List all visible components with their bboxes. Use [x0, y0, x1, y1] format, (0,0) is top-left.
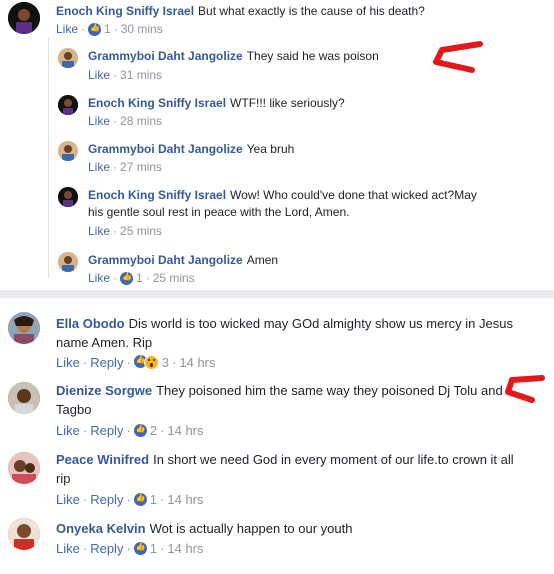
reply-text: They said he was poison [246, 49, 379, 63]
reply-link[interactable]: Reply [90, 423, 123, 438]
reply-body: Grammyboi Daht Jangolize Amen [88, 252, 508, 269]
reply-time[interactable]: 28 mins [120, 114, 162, 128]
reply-author[interactable]: Enoch King Sniffy Israel [88, 96, 226, 110]
reaction-count[interactable]: 3 [162, 355, 169, 370]
comment-author[interactable]: Dienize Sorgwe [56, 383, 152, 398]
comment-actions: Like· Reply· 2· 14 hrs [56, 423, 204, 438]
reaction-count[interactable]: 1 [150, 541, 157, 556]
comment-actions: Like· Reply· 1· 14 hrs [56, 541, 204, 556]
comment-body: Dienize Sorgwe They poisoned him the same… [56, 381, 506, 419]
annotation-arrow-icon [433, 41, 483, 73]
reply-author[interactable]: Grammyboi Daht Jangolize [88, 142, 243, 156]
comment-actions: Like· Reply· 1· 14 hrs [56, 492, 204, 507]
avatar[interactable] [8, 2, 40, 34]
comment-time[interactable]: 14 hrs [167, 423, 203, 438]
reply-text: Amen [246, 253, 279, 267]
like-reaction-icon[interactable] [88, 22, 102, 36]
like-link[interactable]: Like [88, 160, 110, 174]
like-link[interactable]: Like [56, 22, 78, 36]
comment-text: Wot is actually happen to our youth [149, 521, 353, 536]
reply-author[interactable]: Grammyboi Daht Jangolize [88, 253, 243, 267]
avatar[interactable] [8, 312, 40, 344]
like-link[interactable]: Like [88, 224, 110, 238]
comment-body: Enoch King Sniffy Israel But what exactly… [56, 3, 536, 20]
reply-actions: Like · 27 mins [88, 160, 163, 174]
avatar[interactable] [8, 452, 40, 484]
like-link[interactable]: Like [56, 355, 80, 370]
like-reaction-icon[interactable] [133, 542, 147, 555]
comment-actions: Like· 1· 30 mins [56, 22, 163, 36]
reply-actions: Like · 25 mins [88, 224, 163, 238]
reply-link[interactable]: Reply [90, 541, 123, 556]
comment-author[interactable]: Peace Winifred [56, 452, 149, 467]
reply-link[interactable]: Reply [90, 492, 123, 507]
comment-body: Peace Winifred In short we need God in ev… [56, 450, 516, 488]
reply-body: Grammyboi Daht Jangolize Yea bruh [88, 141, 508, 158]
annotation-arrow-icon [505, 375, 545, 403]
reply-link[interactable]: Reply [90, 355, 123, 370]
avatar[interactable] [58, 141, 78, 161]
comment-author[interactable]: Onyeka Kelvin [56, 521, 146, 536]
reaction-count[interactable]: 1 [150, 492, 157, 507]
avatar[interactable] [8, 382, 40, 414]
reply-time[interactable]: 31 mins [120, 68, 162, 82]
comment-author[interactable]: Enoch King Sniffy Israel [56, 4, 194, 18]
reactions[interactable] [133, 355, 159, 370]
reply-time[interactable]: 25 mins [153, 271, 195, 285]
reply-body: Enoch King Sniffy Israel Wow! Who could'v… [88, 187, 488, 221]
reaction-count[interactable]: 1 [136, 271, 143, 285]
avatar[interactable] [58, 95, 78, 115]
comment-time[interactable]: 30 mins [121, 22, 163, 36]
reply-time[interactable]: 27 mins [120, 160, 162, 174]
comment-time[interactable]: 14 hrs [167, 492, 203, 507]
like-reaction-icon[interactable] [120, 271, 134, 285]
like-reaction-icon[interactable] [133, 424, 147, 437]
like-link[interactable]: Like [56, 423, 80, 438]
reply-author[interactable]: Enoch King Sniffy Israel [88, 188, 226, 202]
comment-time[interactable]: 14 hrs [179, 355, 215, 370]
reaction-count[interactable]: 1 [104, 22, 111, 36]
like-link[interactable]: Like [88, 271, 110, 285]
reply-text: Yea bruh [246, 142, 295, 156]
comment-author[interactable]: Ella Obodo [56, 316, 125, 331]
reply-body: Enoch King Sniffy Israel WTF!!! like seri… [88, 95, 508, 112]
reply-time[interactable]: 25 mins [120, 224, 162, 238]
comment-text: But what exactly is the cause of his dea… [198, 4, 425, 18]
avatar[interactable] [58, 252, 78, 272]
avatar[interactable] [58, 48, 78, 68]
thread-line [48, 38, 49, 278]
like-reaction-icon[interactable] [133, 493, 147, 506]
reply-author[interactable]: Grammyboi Daht Jangolize [88, 49, 243, 63]
comments-panel: Ella Obodo Dis world is too wicked may GO… [0, 298, 554, 574]
comment-body: Onyeka Kelvin Wot is actually happen to o… [56, 519, 516, 538]
reply-actions: Like · 28 mins [88, 114, 163, 128]
reply-text: WTF!!! like seriously? [230, 96, 345, 110]
like-link[interactable]: Like [88, 68, 110, 82]
like-link[interactable]: Like [56, 492, 80, 507]
avatar[interactable] [58, 187, 78, 207]
wow-reaction-icon [143, 355, 159, 370]
avatar[interactable] [8, 518, 40, 550]
comment-time[interactable]: 14 hrs [167, 541, 203, 556]
like-link[interactable]: Like [88, 114, 110, 128]
comment-body: Ella Obodo Dis world is too wicked may GO… [56, 314, 526, 352]
reaction-count[interactable]: 2 [150, 423, 157, 438]
reply-actions: Like · 31 mins [88, 68, 163, 82]
comment-actions: Like· Reply· 3· 14 hrs [56, 355, 216, 370]
reply-thread-panel: Enoch King Sniffy Israel But what exactly… [0, 0, 554, 290]
reply-actions: Like· 1· 25 mins [88, 271, 195, 285]
like-link[interactable]: Like [56, 541, 80, 556]
